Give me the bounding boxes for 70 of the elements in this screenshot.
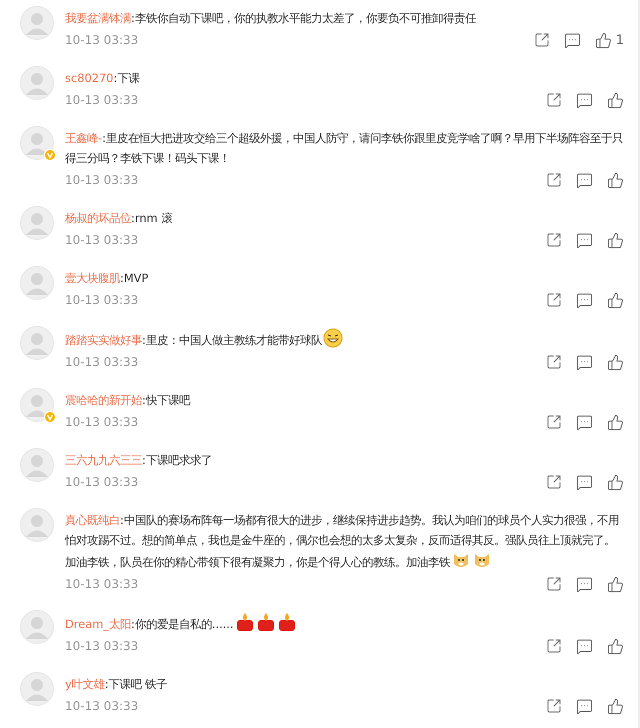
reply-button[interactable] <box>576 414 593 430</box>
comment-time: 10-13 03:33 <box>65 638 138 655</box>
share-button[interactable] <box>546 292 562 308</box>
comment-text: 王鑫峰-:里皮在恒大把进攻交给三个超级外援，中国人防守，请问李铁你跟里皮竞学啥了啊？早用下半场阵容至于只得三分吗？李铁下课！码头下课！ <box>65 130 624 167</box>
like-button[interactable] <box>607 698 624 714</box>
candle-icon <box>256 612 276 632</box>
share-button[interactable] <box>546 354 562 370</box>
comment-text: 踏踏实实做好事:里皮：中国人做主教练才能带好球队 <box>65 328 624 350</box>
comment-time: 10-13 03:33 <box>65 474 138 491</box>
share-button[interactable] <box>546 172 562 188</box>
user-name-link[interactable]: 踏踏实实做好事 <box>65 333 142 347</box>
comment-time: 10-13 03:33 <box>65 232 138 249</box>
comment-text: sc80270:下课 <box>65 70 140 87</box>
comment-time: 10-13 03:33 <box>65 92 138 109</box>
user-name-link[interactable]: y叶文雄 <box>65 677 105 691</box>
user-name-link[interactable]: 三六九九六三三 <box>65 453 142 467</box>
share-button[interactable] <box>546 414 562 430</box>
share-button[interactable] <box>534 32 550 48</box>
comment-text: Dream_太阳:你的爱是自私的...... <box>65 612 624 634</box>
comment-time: 10-13 03:33 <box>65 292 138 309</box>
like-button[interactable] <box>607 92 624 108</box>
like-button[interactable] <box>607 292 624 308</box>
comment-text: 震哈哈的新开始:快下课吧 <box>65 392 192 409</box>
reply-button[interactable] <box>576 354 593 370</box>
user-name-link[interactable]: 我要盆满钵满 <box>65 11 131 25</box>
like-button[interactable] <box>607 354 624 370</box>
comment-time: 10-13 03:33 <box>65 172 138 189</box>
reply-button[interactable] <box>564 32 581 48</box>
like-button[interactable] <box>607 638 624 654</box>
like-button[interactable] <box>607 474 624 490</box>
reply-button[interactable] <box>576 638 593 654</box>
like-button[interactable] <box>607 576 624 592</box>
reply-button[interactable] <box>576 232 593 248</box>
user-name-link[interactable]: 震哈哈的新开始 <box>65 393 142 407</box>
share-button[interactable] <box>546 92 562 108</box>
like-button[interactable] <box>607 232 624 248</box>
user-name-link[interactable]: 杨叔的坏品位 <box>65 211 131 225</box>
share-button[interactable] <box>546 474 562 490</box>
user-name-link[interactable]: sc80270 <box>65 71 114 85</box>
reply-button[interactable] <box>576 698 593 714</box>
reply-button[interactable] <box>576 576 593 592</box>
grin-face-icon <box>322 328 343 348</box>
candle-icon <box>234 612 255 632</box>
comment-text: 三六九九六三三:下课吧求求了 <box>65 452 213 469</box>
comment-text: y叶文雄:下课吧 铁子 <box>65 676 168 693</box>
comment-text: 我要盆满钵满:李铁你自动下课吧，你的执教水平能力太差了，你要负不可推卸得责任 <box>65 10 478 27</box>
reply-button[interactable] <box>576 474 593 490</box>
reply-button[interactable] <box>576 172 593 188</box>
user-name-link[interactable]: 壹大块腹肌 <box>65 271 120 285</box>
share-button[interactable] <box>546 576 562 592</box>
comment-text: 壹大块腹肌:MVP <box>65 270 150 287</box>
like-button[interactable] <box>607 414 624 430</box>
comment-time: 10-13 03:33 <box>65 414 138 431</box>
user-name-link[interactable]: Dream_太阳 <box>65 617 131 631</box>
reply-button[interactable] <box>576 92 593 108</box>
share-button[interactable] <box>546 698 562 714</box>
comment-time: 10-13 03:33 <box>65 32 138 49</box>
reply-button[interactable] <box>576 292 593 308</box>
share-button[interactable] <box>546 232 562 248</box>
comment-time: 10-13 03:33 <box>65 698 138 715</box>
like-button[interactable] <box>607 172 624 188</box>
comment-time: 10-13 03:33 <box>65 354 138 371</box>
user-name-link[interactable]: 王鑫峰- <box>65 131 102 145</box>
comment-text: 真心既纯白:中国队的赛场布阵每一场都有很大的进步，继续保持进步趋势。我认为咱们的球员个人实力很强，不用怕对攻踢不过。想的简单点，我也是金牛座的，偶尔也会想的太多太复杂，反而适得其反。强队员往上顶就完了。加油李铁，队员在你的精心带领下很有凝聚力，你是个得人心的教练。加油李铁 <box>65 512 620 572</box>
user-name-link[interactable]: 真心既纯白 <box>65 513 120 527</box>
candle-icon <box>276 612 297 632</box>
comment-time: 10-13 03:33 <box>65 576 138 593</box>
comment-text: 杨叔的坏品位:rnm 滚 <box>65 210 174 227</box>
like-button[interactable]: 1 <box>594 32 624 48</box>
share-button[interactable] <box>546 638 562 654</box>
